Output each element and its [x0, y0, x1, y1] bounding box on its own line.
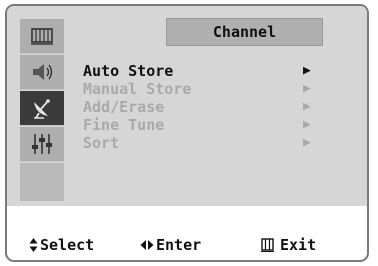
right-arrow-icon: ▶ [303, 81, 311, 96]
exit-hint-label: Exit [280, 236, 317, 254]
menu-item-label: Fine Tune [83, 116, 165, 134]
sound-menu-icon [33, 64, 53, 80]
menu-item-fine-tune: Fine Tune ▶ [83, 116, 323, 134]
sidebar-empty-slot [20, 163, 64, 201]
menu-item-auto-store[interactable]: Auto Store ▶ [83, 62, 323, 80]
right-arrow-icon: ▶ [303, 99, 311, 114]
channel-menu-list: Auto Store ▶ Manual Store ▶ Add/Erase ▶ … [83, 62, 323, 152]
right-arrow-icon: ▶ [303, 63, 311, 78]
exit-hint: Exit [261, 234, 316, 256]
menu-window: Channel Auto Store ▶ Manual Store ▶ Add/… [5, 4, 369, 262]
picture-menu-icon [31, 28, 53, 45]
menu-item-label: Sort [83, 134, 120, 152]
right-arrow-icon: ▶ [303, 117, 311, 132]
satellite-dish-icon [34, 99, 50, 119]
left-right-arrow-icon [140, 240, 154, 250]
setup-sliders-icon [32, 134, 52, 154]
menu-button-icon [261, 238, 274, 252]
menu-panel: Channel Auto Store ▶ Manual Store ▶ Add/… [7, 6, 367, 206]
right-arrow-icon: ▶ [303, 135, 311, 150]
enter-hint-label: Enter [156, 236, 202, 254]
menu-item-add-erase: Add/Erase ▶ [83, 98, 323, 116]
menu-title: Channel [166, 18, 323, 46]
select-hint-label: Select [40, 236, 95, 254]
menu-item-sort: Sort ▶ [83, 134, 323, 152]
sidebar-item-picture[interactable] [20, 19, 64, 54]
select-hint: Select [29, 234, 94, 256]
category-sidebar [20, 19, 64, 201]
menu-item-label: Auto Store [83, 62, 174, 80]
sidebar-item-channel[interactable] [20, 91, 64, 126]
enter-hint: Enter [140, 234, 201, 256]
sidebar-item-sound[interactable] [20, 55, 64, 90]
menu-item-label: Add/Erase [83, 98, 165, 116]
sidebar-item-setup[interactable] [20, 127, 64, 162]
up-down-arrow-icon [29, 238, 38, 252]
button-hint-bar: Select Enter Exit [7, 234, 367, 256]
menu-item-label: Manual Store [83, 80, 192, 98]
menu-item-manual-store: Manual Store ▶ [83, 80, 323, 98]
